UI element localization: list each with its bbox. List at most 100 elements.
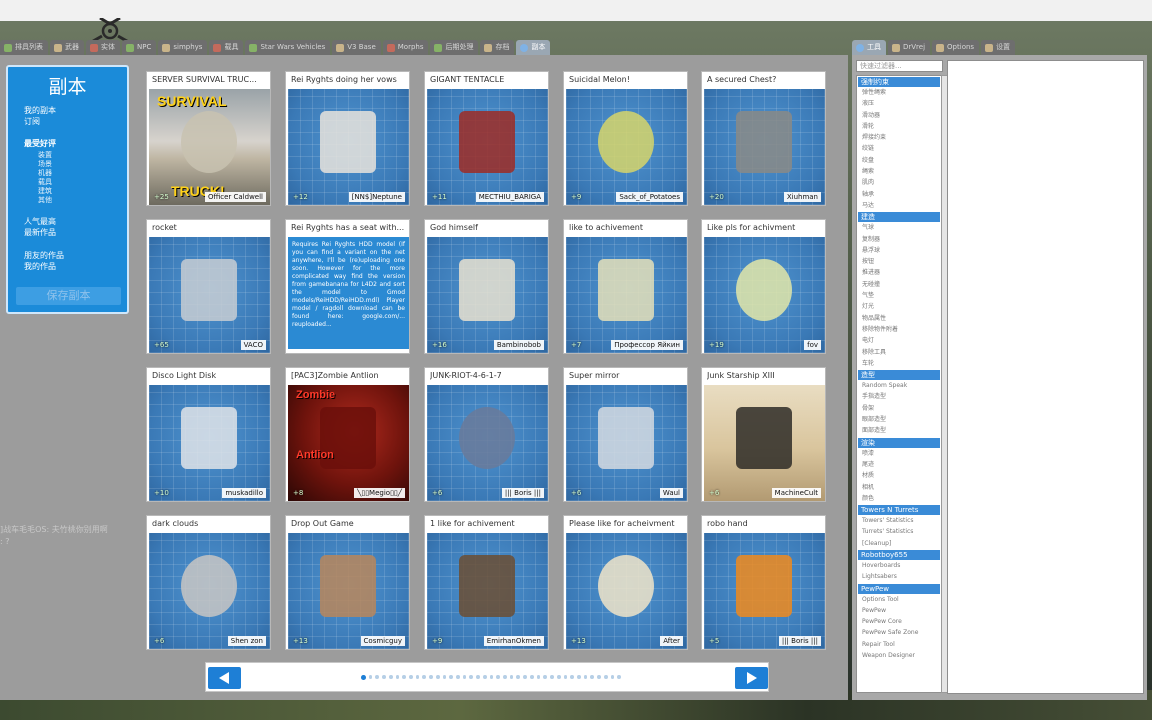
dupe-thumbnail[interactable]: +6 ||| Boris |||: [427, 385, 548, 501]
tool-list-item[interactable]: 灯光: [857, 301, 941, 312]
page-dot[interactable]: [590, 675, 595, 679]
dupe-card[interactable]: Suicidal Melon! +9 Sack_of_Potatoes: [563, 71, 688, 206]
page-dot[interactable]: [570, 675, 574, 679]
dupe-thumbnail[interactable]: +13 Cosmicguy: [288, 533, 409, 649]
tool-list-item[interactable]: Towers' Statistics: [857, 515, 941, 526]
side-link-my-dupes[interactable]: 我的副本: [24, 106, 56, 116]
tool-list-item[interactable]: 无碰撞: [857, 279, 941, 290]
tool-list-item[interactable]: 复制器: [857, 234, 941, 245]
page-dot[interactable]: [408, 675, 413, 679]
tool-list-item[interactable]: 手指造型: [857, 391, 941, 402]
page-dot[interactable]: [361, 675, 366, 680]
page-dot[interactable]: [516, 675, 521, 679]
tool-list-item[interactable]: 眼部造型: [857, 414, 941, 425]
tool-tab-1[interactable]: DrVrej: [888, 40, 931, 55]
dupe-thumbnail[interactable]: SURVIVAL TRUCK! +25 Officer Caldwell: [149, 89, 270, 205]
dupe-card[interactable]: Please like for acheivment +13 After: [563, 515, 688, 650]
tool-list-item[interactable]: 肌肉: [857, 177, 941, 188]
tool-list-item[interactable]: 面部造型: [857, 425, 941, 436]
page-dot[interactable]: [536, 675, 541, 679]
page-dot[interactable]: [529, 675, 534, 679]
save-dupe-button[interactable]: 保存副本: [16, 287, 121, 305]
page-dot[interactable]: [442, 675, 447, 679]
tool-list-item[interactable]: 物品属性: [857, 313, 941, 324]
tool-list-item[interactable]: 悬浮球: [857, 245, 941, 256]
tab-2[interactable]: 实体: [86, 40, 120, 55]
page-dot[interactable]: [368, 675, 373, 679]
page-dot[interactable]: [489, 675, 494, 679]
dupe-card[interactable]: Super mirror +6 Waul: [563, 367, 688, 502]
page-dot[interactable]: [523, 675, 527, 679]
tool-list-item[interactable]: Turrets' Statistics: [857, 526, 941, 537]
tool-list-item[interactable]: 绞盘: [857, 155, 941, 166]
dupe-thumbnail[interactable]: +9 EmirhanOkmen: [427, 533, 548, 649]
prev-page-button[interactable]: [208, 667, 241, 689]
dupe-thumbnail[interactable]: +19 fov: [704, 237, 825, 353]
side-link-popular[interactable]: 人气最高: [24, 217, 56, 227]
side-link-friends[interactable]: 朋友的作品: [24, 251, 64, 261]
dupe-card[interactable]: Rei Ryghts doing her vows +12 [NN$]Neptune: [285, 71, 410, 206]
dupe-thumbnail[interactable]: +12 [NN$]Neptune: [288, 89, 409, 205]
tool-list-item[interactable]: 尾迹: [857, 459, 941, 470]
dupe-card[interactable]: dark clouds +6 Shen zon: [146, 515, 271, 650]
side-category-item[interactable]: 其他: [38, 196, 52, 205]
tool-tab-0[interactable]: 工具: [852, 40, 886, 55]
side-category-item[interactable]: 建筑: [38, 187, 52, 196]
tool-list-item[interactable]: 按钮: [857, 256, 941, 267]
dupe-card[interactable]: rocket +65 VACO: [146, 219, 271, 354]
side-link-subscribed[interactable]: 订阅: [24, 117, 40, 127]
tab-10[interactable]: 存档: [480, 40, 515, 55]
page-dot[interactable]: [435, 675, 440, 679]
tool-list-item[interactable]: Hoverboards: [857, 560, 941, 571]
tool-list-item[interactable]: Random Speak: [857, 380, 941, 391]
dupe-card[interactable]: Rei Ryghts has a seat with... Requires Re…: [285, 219, 410, 354]
dupe-thumbnail[interactable]: +11 MECTHIU_BARIGA: [427, 89, 548, 205]
dupe-card[interactable]: God himself +16 Bambinobob: [424, 219, 549, 354]
tool-list-item[interactable]: 滑轮: [857, 121, 941, 132]
page-dot[interactable]: [395, 675, 400, 679]
dupe-thumbnail[interactable]: +10 muskadillo: [149, 385, 270, 501]
dupe-thumbnail[interactable]: +6 MachineCult: [704, 385, 825, 501]
tool-category-header[interactable]: 建造: [858, 212, 940, 223]
page-dot[interactable]: [482, 675, 487, 679]
dupe-thumbnail[interactable]: +6 Waul: [566, 385, 687, 501]
dupe-card[interactable]: Disco Light Disk +10 muskadillo: [146, 367, 271, 502]
tool-list-item[interactable]: 车轮: [857, 358, 941, 369]
page-dot[interactable]: [543, 675, 548, 679]
tool-list-item[interactable]: 喷漆: [857, 448, 941, 459]
dupe-thumbnail[interactable]: +5 ||| Boris |||: [704, 533, 825, 649]
tool-list-item[interactable]: 移除工具: [857, 347, 941, 358]
dupe-card[interactable]: Like pls for achivment +19 fov: [701, 219, 826, 354]
dupe-card[interactable]: A secured Chest? +20 Xiuhman: [701, 71, 826, 206]
dupe-card[interactable]: 1 like for achivement +9 EmirhanOkmen: [424, 515, 549, 650]
tool-category-header[interactable]: Robotboy655: [858, 549, 940, 560]
side-link-mine[interactable]: 我的作品: [24, 262, 56, 272]
dupe-card[interactable]: Junk Starship XIII +6 MachineCult: [701, 367, 826, 502]
side-category-item[interactable]: 场景: [38, 160, 52, 169]
tool-category-header[interactable]: 强制约束: [858, 77, 940, 87]
tool-list-item[interactable]: 焊接约束: [857, 132, 941, 143]
page-dot[interactable]: [375, 675, 380, 679]
tool-list-item[interactable]: Repair Tool: [857, 639, 941, 650]
page-dot[interactable]: [563, 675, 568, 679]
tool-tab-2[interactable]: Options: [932, 40, 980, 55]
page-dot[interactable]: [402, 675, 406, 679]
dupe-thumbnail[interactable]: +20 Xiuhman: [704, 89, 825, 205]
tab-5[interactable]: 载具: [209, 40, 244, 55]
tool-list-item[interactable]: 绞链: [857, 143, 941, 154]
tool-search-input[interactable]: 快速过滤器...: [856, 60, 943, 72]
dupe-thumbnail[interactable]: Zombie Antlion +8 ╲▯▯Megio▯▯╱: [288, 385, 409, 501]
page-dot[interactable]: [449, 675, 453, 679]
side-category-item[interactable]: 装置: [38, 151, 52, 160]
page-dot[interactable]: [556, 675, 561, 679]
tool-list-item[interactable]: Options Tool: [857, 594, 941, 605]
tool-list-item[interactable]: 骨架: [857, 403, 941, 414]
dupe-thumbnail[interactable]: +9 Sack_of_Potatoes: [566, 89, 687, 205]
dupe-thumbnail[interactable]: +7 Профессор Яйкин: [566, 237, 687, 353]
tool-list-item[interactable]: PewPew: [857, 605, 941, 616]
dupe-card[interactable]: [PAC3]Zombie Antlion Zombie Antlion +8 ╲▯▯Me…: [285, 367, 410, 502]
tool-list-item[interactable]: 轴承: [857, 189, 941, 200]
tab-11[interactable]: 副本: [516, 40, 551, 55]
next-page-button[interactable]: [735, 667, 768, 689]
page-dot[interactable]: [462, 675, 467, 679]
